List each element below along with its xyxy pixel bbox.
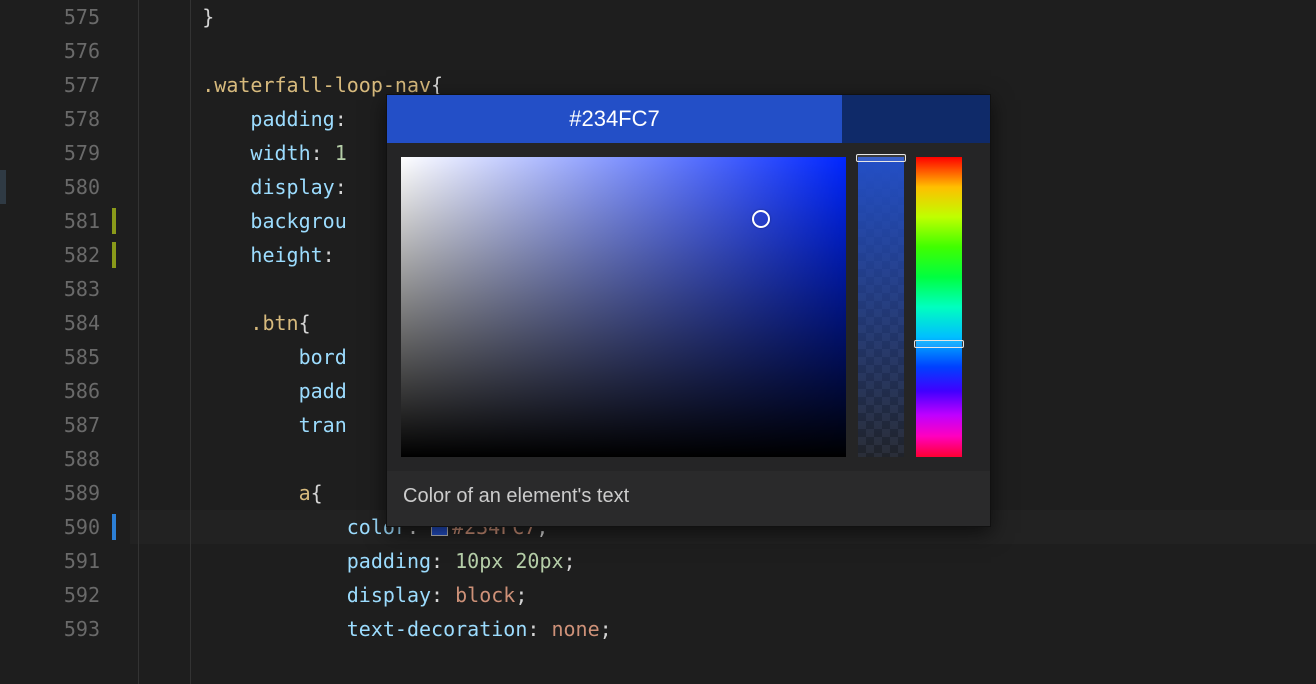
brace: } (202, 5, 214, 29)
color-hue-slider[interactable] (916, 157, 962, 457)
code-line[interactable]: padding: 10px 20px; (130, 544, 1316, 578)
color-picker-description: Color of an element's text (387, 471, 990, 526)
color-picker-header: #234FC7 (387, 95, 990, 143)
css-property: display (347, 583, 431, 607)
selector: a (299, 481, 311, 505)
line-number: 588 (64, 447, 110, 471)
css-value: 20px (515, 549, 563, 573)
css-property: tran (299, 413, 347, 437)
css-property: height (250, 243, 322, 267)
color-alpha-slider[interactable] (858, 157, 904, 457)
line-number: 587 (64, 413, 110, 437)
line-number: 583 (64, 277, 110, 301)
css-value: none (551, 617, 599, 641)
color-saturation-panel[interactable] (401, 157, 846, 457)
line-number: 575 (64, 5, 110, 29)
line-number: 581 (64, 209, 110, 233)
line-number: 579 (64, 141, 110, 165)
line-number: 580 (64, 175, 110, 199)
line-number: 589 (64, 481, 110, 505)
line-number: 578 (64, 107, 110, 131)
gutter: 575 576 577 578 579 580 581 582 583 584 … (0, 0, 110, 684)
line-number: 584 (64, 311, 110, 335)
line-number: 585 (64, 345, 110, 369)
indent-guide (190, 0, 191, 684)
code-line[interactable] (130, 34, 1316, 68)
code-line[interactable]: text-decoration: none; (130, 612, 1316, 646)
css-property: padd (299, 379, 347, 403)
css-property: padding (250, 107, 334, 131)
css-value: 10px (455, 549, 503, 573)
line-number: 592 (64, 583, 110, 607)
color-cursor-icon[interactable] (752, 210, 770, 228)
code-line[interactable]: } (130, 0, 1316, 34)
line-number: 576 (64, 39, 110, 63)
color-picker: #234FC7 Color of an element's text (386, 94, 991, 527)
css-property: text-decoration (347, 617, 528, 641)
code-line[interactable]: display: block; (130, 578, 1316, 612)
line-number: 577 (64, 73, 110, 97)
indent-guide (138, 0, 139, 684)
line-number: 586 (64, 379, 110, 403)
css-property: width (250, 141, 310, 165)
slider-thumb[interactable] (856, 154, 906, 162)
line-number: 582 (64, 243, 110, 267)
selector: .btn (250, 311, 298, 335)
css-property: backgrou (250, 209, 346, 233)
css-value: block (455, 583, 515, 607)
css-property: padding (347, 549, 431, 573)
css-property: bord (299, 345, 347, 369)
slider-thumb[interactable] (914, 340, 964, 348)
color-hex-display[interactable]: #234FC7 (387, 95, 842, 143)
line-decoration (0, 170, 6, 204)
line-number: 590 (64, 515, 110, 539)
line-number: 591 (64, 549, 110, 573)
color-picker-body (387, 143, 990, 471)
css-property: display (250, 175, 334, 199)
line-number: 593 (64, 617, 110, 641)
color-previous-swatch[interactable] (842, 95, 990, 143)
css-value: 1 (335, 141, 347, 165)
